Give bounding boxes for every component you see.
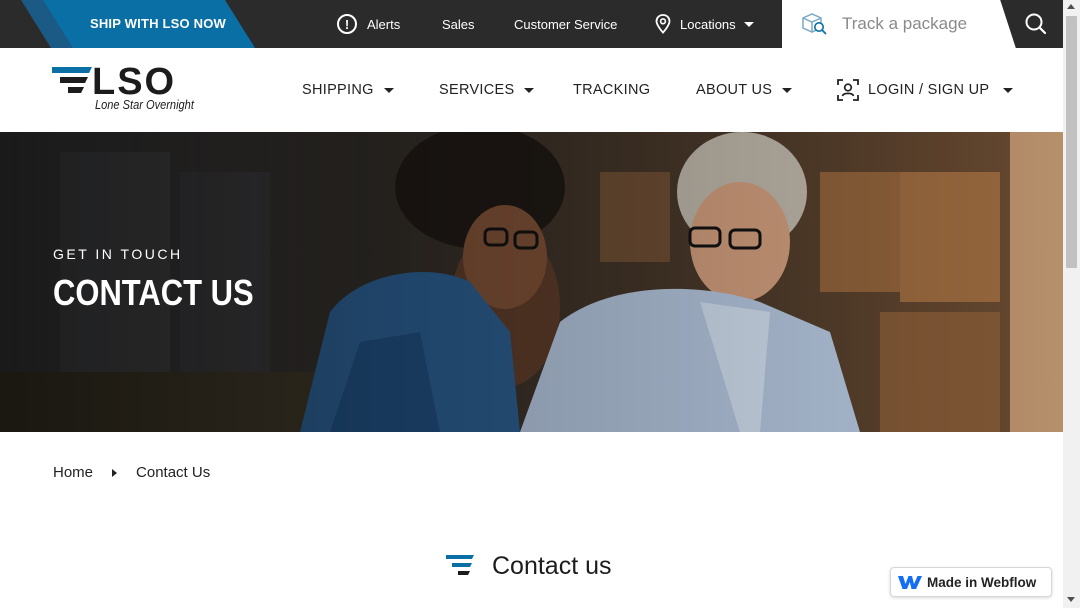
- contact-section-heading: Contact us: [446, 552, 612, 581]
- sales-label: Sales: [442, 16, 475, 32]
- lso-logo[interactable]: LSO Lone Star Overnight: [52, 61, 202, 117]
- breadcrumb-home-link[interactable]: Home: [53, 464, 93, 481]
- chevron-down-icon: [524, 87, 535, 93]
- search-icon[interactable]: [1024, 12, 1048, 36]
- ship-with-lso-button[interactable]: SHIP WITH LSO NOW: [74, 0, 242, 48]
- section-lines-icon: [446, 554, 474, 575]
- chevron-down-icon: [383, 87, 394, 93]
- nav-about-label: ABOUT US: [696, 82, 773, 98]
- customer-service-link[interactable]: Customer Service: [514, 0, 617, 48]
- made-in-webflow-badge[interactable]: Made in Webflow: [890, 567, 1052, 597]
- alerts-label: Alerts: [367, 16, 401, 32]
- nav-login-label: LOGIN / SIGN UP: [868, 82, 990, 98]
- webflow-badge-label: Made in Webflow: [927, 574, 1037, 590]
- logo-tagline: Lone Star Overnight: [95, 97, 194, 112]
- scrollbar-thumb[interactable]: [1066, 16, 1077, 268]
- breadcrumb-separator-icon: [112, 468, 118, 477]
- locations-dropdown[interactable]: Locations: [655, 0, 754, 48]
- nav-tracking-label: TRACKING: [573, 82, 651, 98]
- page-scrollbar[interactable]: [1063, 0, 1080, 608]
- customer-service-label: Customer Service: [514, 16, 618, 32]
- hero-kicker: GET IN TOUCH: [53, 246, 183, 262]
- nav-shipping-label: SHIPPING: [302, 82, 374, 98]
- breadcrumb-current: Contact Us: [136, 464, 211, 481]
- scroll-down-arrow-icon[interactable]: [1067, 597, 1075, 602]
- location-pin-icon: [655, 14, 671, 34]
- alert-icon: !: [337, 14, 357, 34]
- hero-title: CONTACT US: [53, 272, 254, 313]
- webflow-logo-icon: [898, 576, 922, 589]
- nav-login-signup[interactable]: LOGIN / SIGN UP: [837, 48, 1014, 132]
- package-search-icon: [802, 13, 827, 35]
- nav-tracking[interactable]: TRACKING: [573, 48, 650, 132]
- utility-bar: SHIP WITH LSO NOW ! Alerts Sales Custome…: [0, 0, 1063, 48]
- user-scan-icon: [837, 79, 859, 101]
- breadcrumb: Home Contact Us: [53, 464, 210, 481]
- alerts-link[interactable]: ! Alerts: [337, 0, 400, 48]
- hero-banner: GET IN TOUCH CONTACT US: [0, 132, 1063, 432]
- main-navigation: LSO Lone Star Overnight SHIPPING SERVICE…: [0, 48, 1063, 132]
- nav-about-us[interactable]: ABOUT US: [696, 48, 793, 132]
- scroll-up-arrow-icon[interactable]: [1067, 4, 1075, 9]
- nav-services[interactable]: SERVICES: [439, 48, 535, 132]
- nav-shipping[interactable]: SHIPPING: [302, 48, 394, 132]
- track-package-input[interactable]: [842, 13, 992, 35]
- chevron-down-icon: [1003, 87, 1014, 93]
- chevron-down-icon: [743, 21, 754, 27]
- locations-label: Locations: [680, 16, 736, 32]
- nav-services-label: SERVICES: [439, 82, 515, 98]
- chevron-down-icon: [782, 87, 793, 93]
- logo-speed-lines-icon: [52, 67, 92, 93]
- sales-link[interactable]: Sales: [442, 0, 475, 48]
- page: SHIP WITH LSO NOW ! Alerts Sales Custome…: [0, 0, 1080, 608]
- section-title: Contact us: [492, 552, 612, 580]
